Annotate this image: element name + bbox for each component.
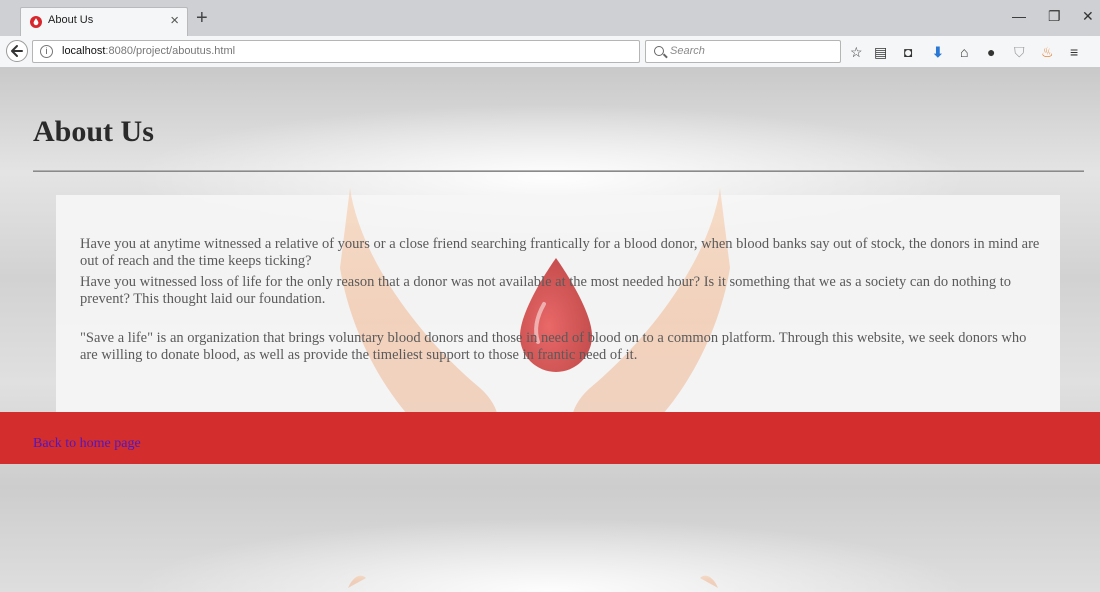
bookmark-star-icon[interactable]: ☆ [850,44,863,60]
url-text: localhost:8080/project/aboutus.html [62,45,235,57]
footer-band [0,412,1100,464]
blood-drop-favicon-icon [30,16,42,28]
search-input[interactable]: Search [645,40,841,63]
title-divider [33,170,1084,172]
close-window-icon[interactable]: ✕ [1082,8,1094,24]
close-tab-icon[interactable]: × [170,11,179,31]
back-button[interactable] [6,40,28,62]
url-host: localhost [62,45,106,57]
navigation-toolbar: i localhost:8080/project/aboutus.html ↻ … [0,36,1100,68]
shield-icon[interactable]: ⛉ [1014,44,1025,60]
minimize-icon[interactable]: — [1012,8,1026,24]
about-paragraph-1: Have you at anytime witnessed a relative… [80,236,1040,269]
pocket-icon[interactable]: ◘ [904,44,912,60]
url-bar[interactable]: i localhost:8080/project/aboutus.html ↻ [32,40,658,63]
site-info-icon[interactable]: i [40,45,53,58]
page-viewport: About Us Have you at anytime witnessed a… [0,68,1100,592]
new-tab-icon[interactable]: + [196,6,208,30]
tab-title: About Us [48,14,94,26]
search-placeholder: Search [670,45,705,57]
home-icon[interactable]: ⌂ [960,44,968,60]
restore-icon[interactable]: ❐ [1048,8,1061,24]
right-hand-fingertip [700,575,718,588]
tab-strip: About Us × + — ❐ ✕ [0,0,1100,36]
url-path: :8080/project/aboutus.html [105,45,236,57]
page-title: About Us [33,115,154,148]
back-arrow-icon [11,45,23,57]
chat-icon[interactable]: ● [987,44,995,60]
downloads-icon[interactable]: ⬇ [932,44,944,60]
tab-about-us[interactable]: About Us × [20,7,188,36]
about-paragraph-2: Have you witnessed loss of life for the … [80,274,1011,307]
about-paragraph-3: "Save a life" is an organization that br… [80,330,1027,363]
extension-flame-icon[interactable]: ♨ [1041,44,1054,60]
left-hand-fingertip [348,575,366,588]
menu-icon[interactable]: ≡ [1070,44,1078,60]
search-icon [654,46,664,56]
reading-list-icon[interactable]: ▤ [874,44,887,60]
back-to-home-link[interactable]: Back to home page [33,436,141,452]
